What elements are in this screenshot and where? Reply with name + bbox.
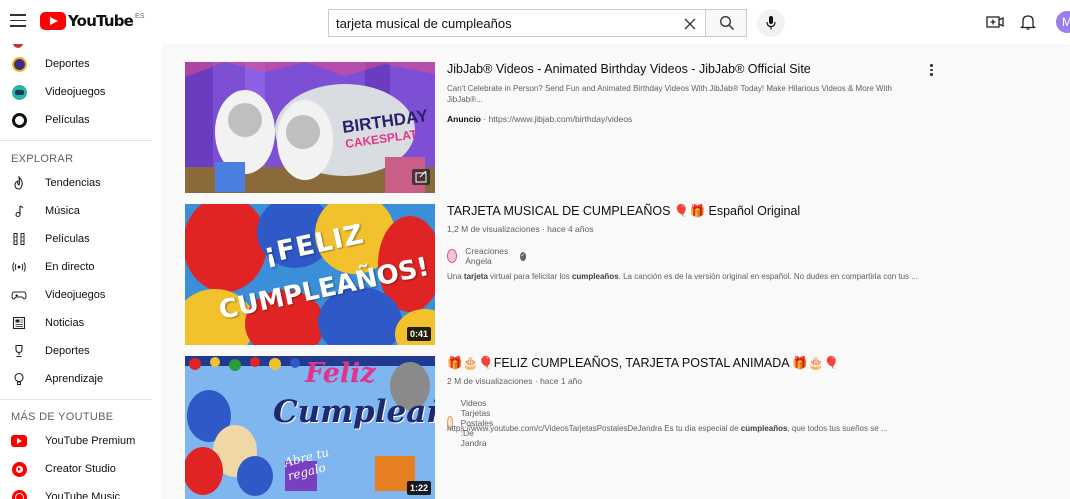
ad-url[interactable]: · https://www.jibjab.com/birthday/videos	[483, 114, 632, 124]
trophy-icon	[11, 343, 27, 359]
sidebar-item-label: Creator Studio	[45, 463, 116, 475]
video-thumbnail[interactable]: ¡FELIZ CUMPLEAÑOS! 0:41	[185, 204, 435, 345]
film-icon	[11, 231, 27, 247]
voice-search-button[interactable]	[757, 9, 785, 37]
desc-highlight: cumpleaños	[571, 272, 619, 281]
video-thumbnail[interactable]: Feliz Cumpleaños Abre tu regalo 1:22	[185, 356, 435, 499]
sidebar-item-deportes-explorar[interactable]: Deportes	[0, 337, 162, 365]
clear-icon[interactable]	[684, 18, 696, 30]
desc-text: virtual para felicitar los	[487, 272, 572, 281]
video-title[interactable]: TARJETA MUSICAL DE CUMPLEAÑOS 🎈🎁 Español…	[447, 204, 800, 219]
sidebar-item-peliculas[interactable]: Películas	[0, 106, 162, 134]
sidebar-item-deportes[interactable]: Deportes	[0, 50, 162, 78]
sidebar-item-label: Música	[45, 205, 80, 217]
more-options-icon[interactable]	[930, 64, 936, 78]
sidebar-item-label: Aprendizaje	[45, 373, 104, 385]
channel-name: Creaciones Ángela	[465, 246, 509, 266]
account-avatar[interactable]: M	[1056, 11, 1070, 33]
channel-link[interactable]: Creaciones Ángela ✓	[447, 246, 526, 266]
gamepad-icon	[11, 287, 27, 303]
notifications-bell-icon[interactable]	[1018, 12, 1038, 32]
video-title[interactable]: JibJab® Videos - Animated Birthday Video…	[447, 62, 811, 76]
sidebar-item-label: Deportes	[45, 345, 90, 357]
ad-info: Anuncio · https://www.jibjab.com/birthda…	[447, 114, 632, 124]
movies-icon	[11, 112, 27, 128]
ad-description: Can't Celebrate in Person? Send Fun and …	[447, 84, 892, 104]
learning-icon	[11, 371, 27, 387]
menu-icon[interactable]	[10, 14, 26, 28]
video-meta: 1,2 M de visualizaciones · hace 4 años	[447, 224, 594, 234]
top-bar: YouTube ES M	[0, 0, 1070, 44]
sidebar-item-label: Películas	[45, 114, 90, 126]
logo-text: YouTube	[68, 12, 134, 30]
section-title-mas-de-youtube: MÁS DE YOUTUBE	[11, 411, 114, 423]
desc-text: . La canción es de la versión original e…	[618, 272, 918, 281]
desc-highlight: tarjeta	[463, 272, 488, 281]
gaming-icon	[11, 84, 27, 100]
youtube-play-icon	[40, 12, 66, 30]
youtube-premium-icon	[11, 433, 27, 449]
divider	[0, 140, 152, 141]
sidebar-item-label: Noticias	[45, 317, 85, 329]
sidebar-item-label: Videojuegos	[45, 289, 106, 301]
sidebar-item-label: Películas	[45, 233, 90, 245]
sidebar-item-noticias[interactable]: Noticias	[0, 309, 162, 337]
music-icon	[11, 203, 27, 219]
sidebar-item-youtube-premium[interactable]: YouTube Premium	[0, 427, 162, 455]
sidebar-item-videojuegos[interactable]: Videojuegos	[0, 78, 162, 106]
thumb-text-feliz: Feliz	[305, 358, 376, 389]
search-icon	[720, 16, 734, 30]
sidebar-item-label: YouTube Music	[45, 491, 121, 499]
desc-highlight: cumpleaños	[740, 424, 788, 433]
sidebar-item-videojuegos-explorar[interactable]: Videojuegos	[0, 281, 162, 309]
country-code: ES	[135, 12, 145, 20]
video-duration: 1:22	[406, 481, 431, 495]
sidebar-item-creator-studio[interactable]: Creator Studio	[0, 455, 162, 483]
sports-icon	[11, 56, 27, 72]
video-duration: 0:41	[406, 327, 431, 341]
ad-label: Anuncio	[447, 114, 481, 124]
divider	[0, 399, 152, 400]
video-title[interactable]: 🎁🎂🎈FELIZ CUMPLEAÑOS, TARJETA POSTAL ANIM…	[447, 356, 839, 371]
sidebar-item-peliculas-explorar[interactable]: Películas	[0, 225, 162, 253]
creator-studio-icon	[11, 461, 27, 477]
channel-avatar	[447, 249, 458, 263]
sidebar-item-label: En directo	[45, 261, 95, 273]
desc-text: , que todos tus sueños se ...	[787, 424, 888, 433]
news-icon	[11, 315, 27, 331]
microphone-icon	[766, 16, 776, 30]
youtube-music-icon	[11, 489, 27, 499]
desc-text: Una	[447, 272, 464, 281]
video-description: https://www.youtube.com/c/VideosTarjetas…	[447, 423, 922, 434]
section-title-explorar: EXPLORAR	[11, 153, 74, 165]
live-icon	[11, 259, 27, 275]
sidebar-item-label: Deportes	[45, 58, 90, 70]
sidebar-item-label: Tendencias	[45, 177, 101, 189]
sidebar: Deportes Videojuegos Películas EXPLORAR …	[0, 44, 162, 499]
search-input[interactable]	[329, 15, 659, 31]
search-box	[328, 9, 705, 37]
youtube-logo[interactable]: YouTube ES	[40, 12, 144, 30]
sidebar-item-tendencias[interactable]: Tendencias	[0, 169, 162, 197]
thumb-text-cumpleanos: Cumpleaños	[273, 394, 435, 430]
video-thumbnail[interactable]: BIRTHDAY CAKESPLAT	[185, 62, 435, 193]
trending-icon	[11, 175, 27, 191]
create-video-icon[interactable]	[985, 12, 1005, 32]
video-meta: 2 M de visualizaciones · hace 1 año	[447, 376, 583, 386]
sidebar-item-label: YouTube Premium	[45, 435, 136, 447]
desc-text: https://www.youtube.com/c/VideosTarjetas…	[447, 424, 741, 433]
sidebar-item-label: Videojuegos	[45, 86, 106, 98]
sidebar-item-aprendizaje[interactable]: Aprendizaje	[0, 365, 162, 393]
search-button[interactable]	[705, 9, 747, 37]
sidebar-item-en-directo[interactable]: En directo	[0, 253, 162, 281]
video-description: Una tarjeta virtual para felicitar los c…	[447, 271, 922, 282]
sidebar-item-musica[interactable]: Música	[0, 197, 162, 225]
sidebar-item-youtube-music[interactable]: YouTube Music	[0, 483, 162, 499]
verified-icon: ✓	[519, 251, 526, 261]
